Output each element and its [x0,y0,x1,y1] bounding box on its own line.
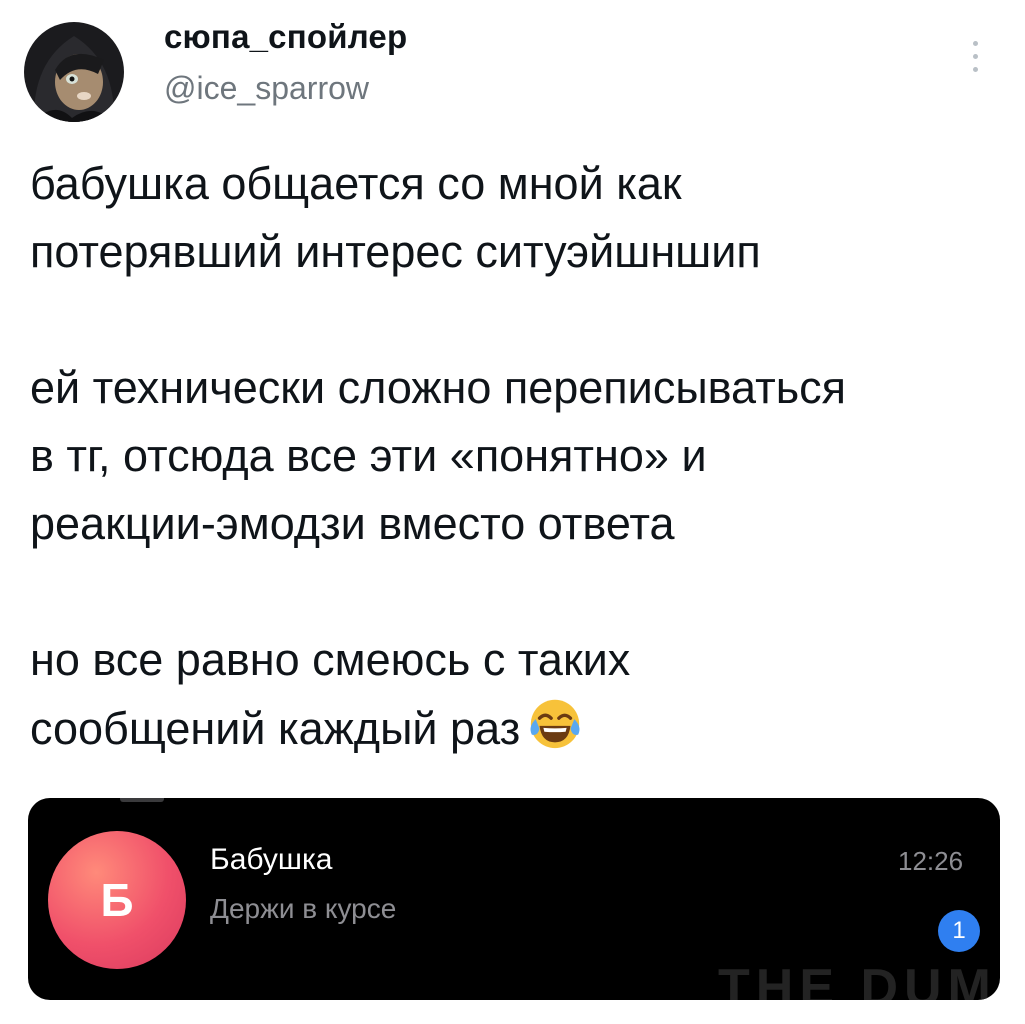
chat-time: 12:26 [898,846,964,876]
author-handle[interactable]: @ice_sparrow [164,70,369,107]
author-avatar[interactable] [24,22,124,122]
chat-name[interactable]: Бабушка [210,843,332,877]
tears-of-joy-emoji-icon [526,694,584,752]
hooded-cat-avatar-icon [24,22,124,122]
tweet-paragraph: ей технически сложно переписываться в тг… [30,354,1000,558]
telegram-chat-screenshot: Б Бабушка Держи в курсе 12:26 1 THE DUMP [28,798,1000,1000]
tweet-body: бабушка общается со мной как потерявший … [30,150,1000,763]
dot [972,40,978,46]
chat-avatar[interactable]: Б [48,831,186,969]
vertical-ellipsis-icon[interactable] [960,34,990,78]
dot [972,53,978,59]
watermark: THE DUMP [718,959,1000,1000]
chat-last-message: Держи в курсе [210,893,397,924]
tweet-paragraph-text: ей технически сложно переписываться в тг… [30,362,847,549]
tweet-paragraph: но все равно смеюсь с таких сообщений ка… [30,626,1000,763]
tweet-paragraph-text: бабушка общается со мной как потерявший … [30,158,761,277]
tweet-paragraph: бабушка общается со мной как потерявший … [30,150,1000,286]
chat-avatar-letter: Б [100,874,134,926]
dot [972,66,978,72]
author-display-name[interactable]: сюпа_спойлер [164,18,407,56]
unread-badge: 1 [938,910,980,952]
tab-handle [120,798,164,802]
